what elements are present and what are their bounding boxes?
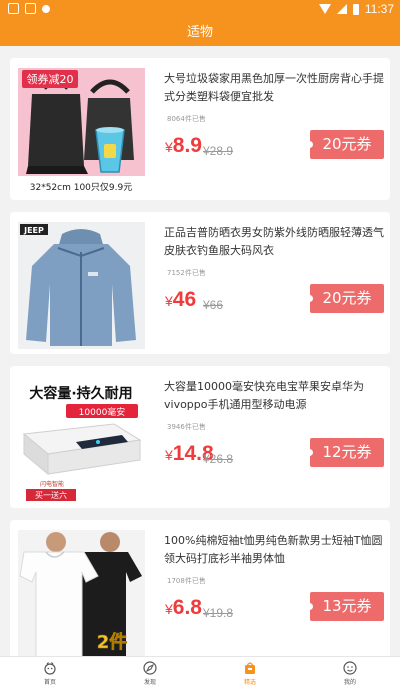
notification-icon [8, 3, 19, 14]
page-title: 适物 [0, 20, 400, 46]
image-brand: 闪电智能 [40, 480, 64, 488]
product-image: 大容量·持久耐用 10000毫安 闪电智能 买一送六 [18, 376, 145, 503]
tab-label: 首页 [43, 679, 56, 686]
sold-count: 7152件已售 [167, 269, 206, 277]
price-value: 8.9 [172, 134, 202, 157]
original-price: ¥66 [203, 298, 224, 312]
original-price: ¥26.8 [203, 452, 234, 466]
image-tag: 2件 [97, 631, 128, 653]
product-title[interactable]: 大容量10000毫安快充电宝苹果安卓华为vivoppo手机通用型移动电源 [164, 378, 386, 414]
currency-symbol: ¥ [165, 601, 173, 617]
currency-symbol: ¥ [165, 293, 173, 309]
status-time: 11:37 [364, 2, 394, 16]
tab-label: 发现 [143, 679, 156, 686]
image-badge: 领券减20 [27, 72, 74, 86]
wifi-icon [318, 4, 331, 14]
currency-symbol: ¥ [165, 447, 173, 463]
product-title[interactable]: 正品吉普防晒衣男女防紫外线防晒服轻薄透气皮肤衣钓鱼服大码风衣 [164, 224, 386, 260]
product-card[interactable]: JEEP 正品吉普防晒衣男女防紫外线防晒服轻薄透气皮肤衣钓鱼服大码风衣 7152… [10, 212, 390, 354]
price: ¥6.8 [165, 596, 202, 620]
tab-discover[interactable]: 发现 [100, 657, 200, 690]
original-price: ¥19.8 [203, 606, 234, 620]
tab-profile[interactable]: 我的 [300, 657, 400, 690]
image-caption: 32*52cm 100只仅9.9元 [30, 181, 132, 193]
sold-count: 3946件已售 [167, 423, 206, 431]
coupon-button[interactable]: 12元券 [306, 438, 384, 467]
product-title[interactable]: 大号垃圾袋家用黑色加厚一次性厨房背心手提式分类塑料袋便宜批发 [164, 70, 386, 106]
product-list[interactable]: 领券减20 32*52cm 100只仅9.9元 大号垃圾袋家用黑色加厚一次性厨房… [0, 46, 400, 656]
image-promo: 买一送六 [35, 490, 67, 500]
notification-icon [42, 4, 50, 13]
status-bar: 11:37 [0, 0, 400, 20]
shopping-bag-icon [245, 662, 255, 674]
coupon-button[interactable]: 20元券 [306, 284, 384, 313]
image-capacity: 10000毫安 [79, 406, 126, 418]
image-brand: JEEP [23, 226, 44, 235]
sold-count: 8064件已售 [167, 115, 206, 123]
tab-label: 我的 [343, 679, 356, 686]
price-value: 46 [172, 288, 197, 311]
tab-label: 精选 [243, 679, 256, 686]
image-headline: 大容量·持久耐用 [29, 385, 132, 402]
tab-home[interactable]: 首页 [0, 657, 100, 690]
signal-icon [336, 4, 347, 14]
bottom-tab-bar: 首页 发现 精选 我的 [0, 656, 400, 690]
tab-featured[interactable]: 精选 [200, 657, 300, 690]
product-title[interactable]: 100%纯棉短袖t恤男纯色新款男士短袖T恤圆领大码打底衫半袖男体恤 [164, 532, 386, 568]
battery-icon [352, 3, 359, 15]
product-image: 领券减20 32*52cm 100只仅9.9元 [18, 68, 145, 195]
product-image: JEEP [18, 222, 145, 349]
user-icon [343, 661, 357, 675]
product-image: 2件 [18, 530, 145, 656]
product-card[interactable]: 领券减20 32*52cm 100只仅9.9元 大号垃圾袋家用黑色加厚一次性厨房… [10, 58, 390, 200]
coupon-button[interactable]: 13元券 [306, 592, 384, 621]
currency-symbol: ¥ [165, 139, 173, 155]
notification-icon [25, 3, 36, 14]
price-value: 6.8 [172, 596, 202, 619]
home-icon [44, 662, 56, 675]
price: ¥8.9 [165, 134, 202, 158]
coupon-button[interactable]: 20元券 [306, 130, 384, 159]
product-card[interactable]: 2件 100%纯棉短袖t恤男纯色新款男士短袖T恤圆领大码打底衫半袖男体恤 170… [10, 520, 390, 656]
sold-count: 1708件已售 [167, 577, 206, 585]
compass-icon [143, 661, 157, 675]
product-card[interactable]: 大容量·持久耐用 10000毫安 闪电智能 买一送六 大容量10000毫安快充电… [10, 366, 390, 508]
original-price: ¥28.9 [203, 144, 234, 158]
price: ¥46 [165, 288, 196, 312]
